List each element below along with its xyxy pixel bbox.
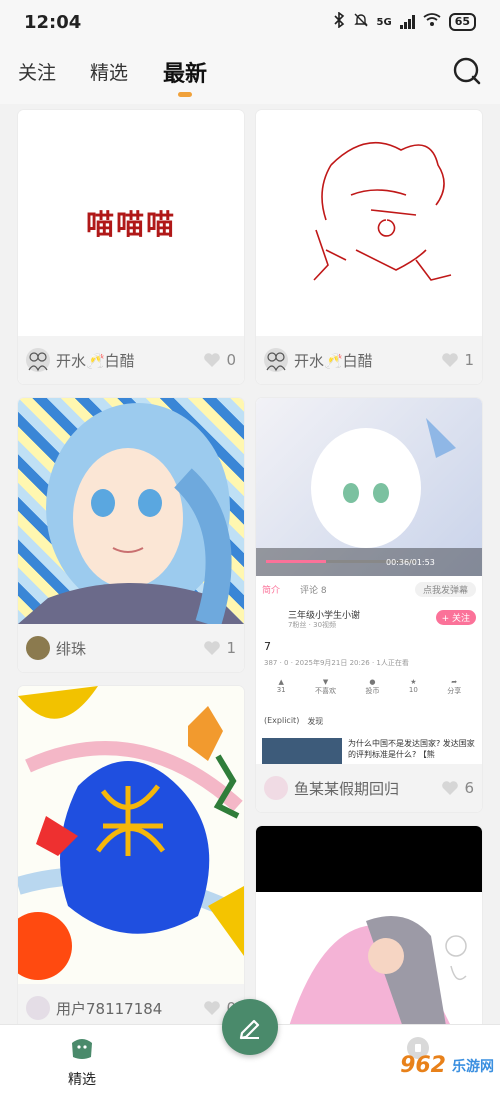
- action-share: ➦ 分享: [447, 678, 462, 695]
- post-thumbnail: 00:36/01:53 简介 评论 8 点我发弹幕 三年级小学生小谢 7粉丝 ·…: [256, 398, 482, 764]
- heart-icon: [204, 641, 221, 655]
- author-name[interactable]: 开水🥂白醋: [56, 350, 203, 371]
- post-meta: 用户78117184 0: [18, 984, 244, 1024]
- artwork-image: [313, 142, 452, 281]
- video-player: 00:36/01:53: [256, 398, 482, 576]
- avatar: [26, 348, 50, 372]
- network-label: 5G: [376, 16, 392, 28]
- post-meta: 绯珠 1: [18, 624, 244, 672]
- watermark-text: 乐游网: [452, 1058, 494, 1075]
- signal-icon: [399, 15, 415, 29]
- action-dislike: ▼ 不喜欢: [315, 678, 337, 695]
- post-thumbnail: [18, 398, 244, 628]
- artwork-image: [18, 403, 244, 628]
- tab-featured[interactable]: 精选: [90, 58, 128, 85]
- post-card[interactable]: 喵喵喵 开水🥂白醋 0: [18, 110, 244, 384]
- like-count: 6: [464, 779, 474, 797]
- app-screen: 12:04 5G 65 关注 精选 最新 喵喵喵 开水🥂白醋 0 绯珠 1 用户…: [0, 0, 500, 1111]
- post-card[interactable]: 绯珠 1: [18, 398, 244, 672]
- action-like: ▲ 31: [276, 678, 286, 694]
- tag-1: (Explicit): [264, 716, 300, 725]
- top-nav: 关注 精选 最新: [0, 44, 500, 104]
- like-count: 1: [464, 351, 474, 369]
- video-tabs: 简介 评论 8 点我发弹幕: [262, 582, 476, 597]
- status-bar: 12:04 5G 65: [0, 0, 500, 44]
- battery-icon: 65: [448, 13, 476, 31]
- search-icon[interactable]: [452, 56, 482, 86]
- post-card[interactable]: 00:36/01:53 简介 评论 8 点我发弹幕 三年级小学生小谢 7粉丝 ·…: [256, 398, 482, 812]
- rec-thumbnail: [262, 738, 342, 764]
- status-icons: 5G 65: [333, 11, 476, 32]
- create-post-button[interactable]: [222, 999, 278, 1055]
- video-actions: ▲ 31 ▼ 不喜欢 ● 投币 ★ 10 ➦ 分享: [262, 678, 476, 696]
- post-card[interactable]: 开水🥂白醋 1: [256, 110, 482, 384]
- recommended-video: 为什么中国不是发达国家? 发达国家的评判标准是什么? 【熊: [262, 738, 476, 764]
- post-meta: 开水🥂白醋 0: [18, 336, 244, 384]
- danmaku-input: 点我发弹幕: [414, 582, 476, 597]
- avatar: [264, 348, 288, 372]
- action-favorite: ★ 10: [408, 678, 418, 694]
- video-title: 7: [264, 640, 271, 653]
- like-button[interactable]: 0: [203, 351, 236, 369]
- avatar: [26, 636, 50, 660]
- avatar: [26, 996, 50, 1020]
- tab-following[interactable]: 关注: [18, 58, 56, 85]
- heart-icon: [442, 353, 459, 367]
- bottom-nav: 精选 962 乐游网: [0, 999, 500, 1111]
- status-time: 12:04: [24, 11, 82, 33]
- uploader-stats: 7粉丝 · 30视频: [288, 621, 337, 629]
- mute-icon: [353, 12, 369, 32]
- like-count: 0: [226, 351, 236, 369]
- like-button[interactable]: 1: [203, 639, 236, 657]
- post-thumbnail: [256, 110, 482, 336]
- wifi-icon: [423, 13, 441, 31]
- site-watermark: 962 乐游网: [400, 1053, 494, 1078]
- heart-icon: [204, 353, 221, 367]
- pencil-icon: [239, 1019, 260, 1040]
- post-meta: 开水🥂白醋 1: [256, 336, 482, 384]
- author-name[interactable]: 鱼某某假期回归: [294, 778, 441, 799]
- active-tab-indicator: [178, 92, 192, 97]
- rec-title: 为什么中国不是发达国家? 发达国家的评判标准是什么? 【熊: [348, 739, 475, 759]
- heart-icon: [442, 781, 459, 795]
- post-card[interactable]: [256, 826, 482, 1024]
- bluetooth-icon: [333, 11, 345, 32]
- heart-icon: [204, 1001, 221, 1015]
- video-stats: 387 · 0 · 2025年9月21日 20:26 · 1人正在看: [264, 659, 409, 667]
- post-thumbnail: [256, 826, 482, 1024]
- watermark-logo: 962: [400, 1053, 446, 1078]
- bottom-tab-label: 精选: [68, 1072, 96, 1088]
- post-card[interactable]: 用户78117184 0: [18, 686, 244, 1024]
- like-count: 1: [226, 639, 236, 657]
- post-thumbnail: [18, 686, 244, 984]
- video-frame: [256, 418, 482, 576]
- author-name[interactable]: 绯珠: [56, 638, 203, 659]
- artwork-image: [256, 826, 482, 1024]
- like-button[interactable]: 6: [441, 779, 474, 797]
- tab-latest[interactable]: 最新: [163, 56, 207, 88]
- artwork-image: [18, 686, 244, 980]
- avatar: [264, 776, 288, 800]
- featured-icon: [69, 1035, 95, 1065]
- post-feed: 喵喵喵 开水🥂白醋 0 绯珠 1 用户78117184 开水🥂白醋 1 00:3…: [0, 104, 500, 1024]
- post-thumbnail: 喵喵喵: [18, 110, 244, 336]
- author-name[interactable]: 开水🥂白醋: [294, 350, 441, 371]
- thumbnail-text: 喵喵喵: [85, 208, 176, 241]
- follow-button: + 关注: [435, 610, 476, 625]
- tab-intro: 简介: [262, 586, 281, 596]
- post-meta: 鱼某某假期回归 6: [256, 764, 482, 812]
- bottom-tab-featured[interactable]: 精选: [52, 1035, 112, 1089]
- action-coin: ● 投币: [365, 678, 380, 695]
- like-button[interactable]: 1: [441, 351, 474, 369]
- author-name[interactable]: 用户78117184: [56, 998, 203, 1019]
- video-time: 00:36/01:53: [386, 558, 435, 567]
- uploader-row: 三年级小学生小谢 7粉丝 · 30视频 + 关注: [262, 608, 476, 630]
- tab-comments: 评论 8: [300, 586, 327, 596]
- tag-2: 发现: [307, 717, 324, 726]
- video-tags: (Explicit) 发现: [264, 716, 323, 727]
